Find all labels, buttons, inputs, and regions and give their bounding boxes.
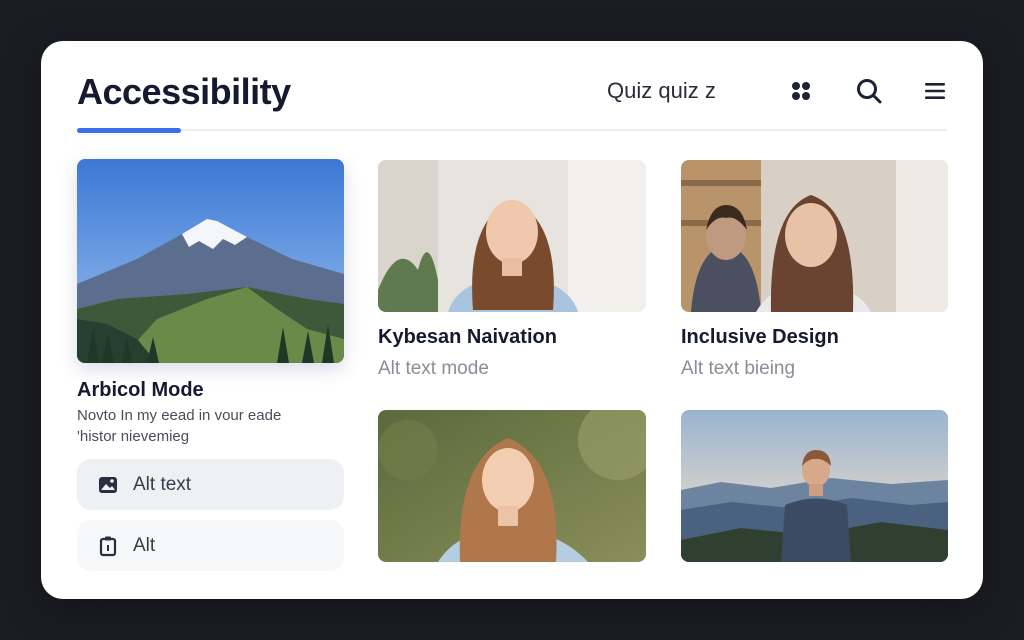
option-label: Alt text (133, 473, 192, 495)
option-label: Alt (133, 534, 156, 556)
grid-flower-icon[interactable] (787, 77, 815, 105)
option-alt[interactable]: Alt (77, 520, 344, 571)
card-image-portrait-man-mountain[interactable] (681, 410, 948, 562)
featured-mountain-image[interactable] (77, 159, 344, 363)
card-title: Kybesan Naivation (378, 326, 557, 348)
card-image-portrait-woman-indoor[interactable] (378, 160, 646, 312)
menu-icon[interactable] (921, 77, 949, 105)
accessibility-panel: Accessibility Quiz quiz z Arbicol Mode N… (41, 41, 983, 599)
card-image-portrait-woman-office[interactable] (681, 160, 948, 312)
featured-subtitle-line2: 'histor nievemieg (77, 428, 190, 445)
option-alt-text[interactable]: Alt text (77, 459, 344, 510)
card-title: Inclusive Design (681, 326, 839, 348)
featured-title: Arbicol Mode (77, 379, 204, 401)
page-title: Accessibility (77, 71, 291, 112)
tab-underline-track (77, 129, 947, 131)
image-icon (97, 474, 119, 496)
featured-subtitle-line1: Novto In my eead in vour eade (77, 407, 282, 424)
active-tab-indicator (77, 128, 181, 133)
quiz-button[interactable]: Quiz quiz z (607, 78, 716, 104)
card-subtitle: Alt text bieing (681, 358, 796, 379)
card-subtitle: Alt text mode (378, 358, 489, 379)
card-image-portrait-woman-outdoor[interactable] (378, 410, 646, 562)
clipboard-icon (97, 535, 119, 557)
search-icon[interactable] (855, 77, 883, 105)
